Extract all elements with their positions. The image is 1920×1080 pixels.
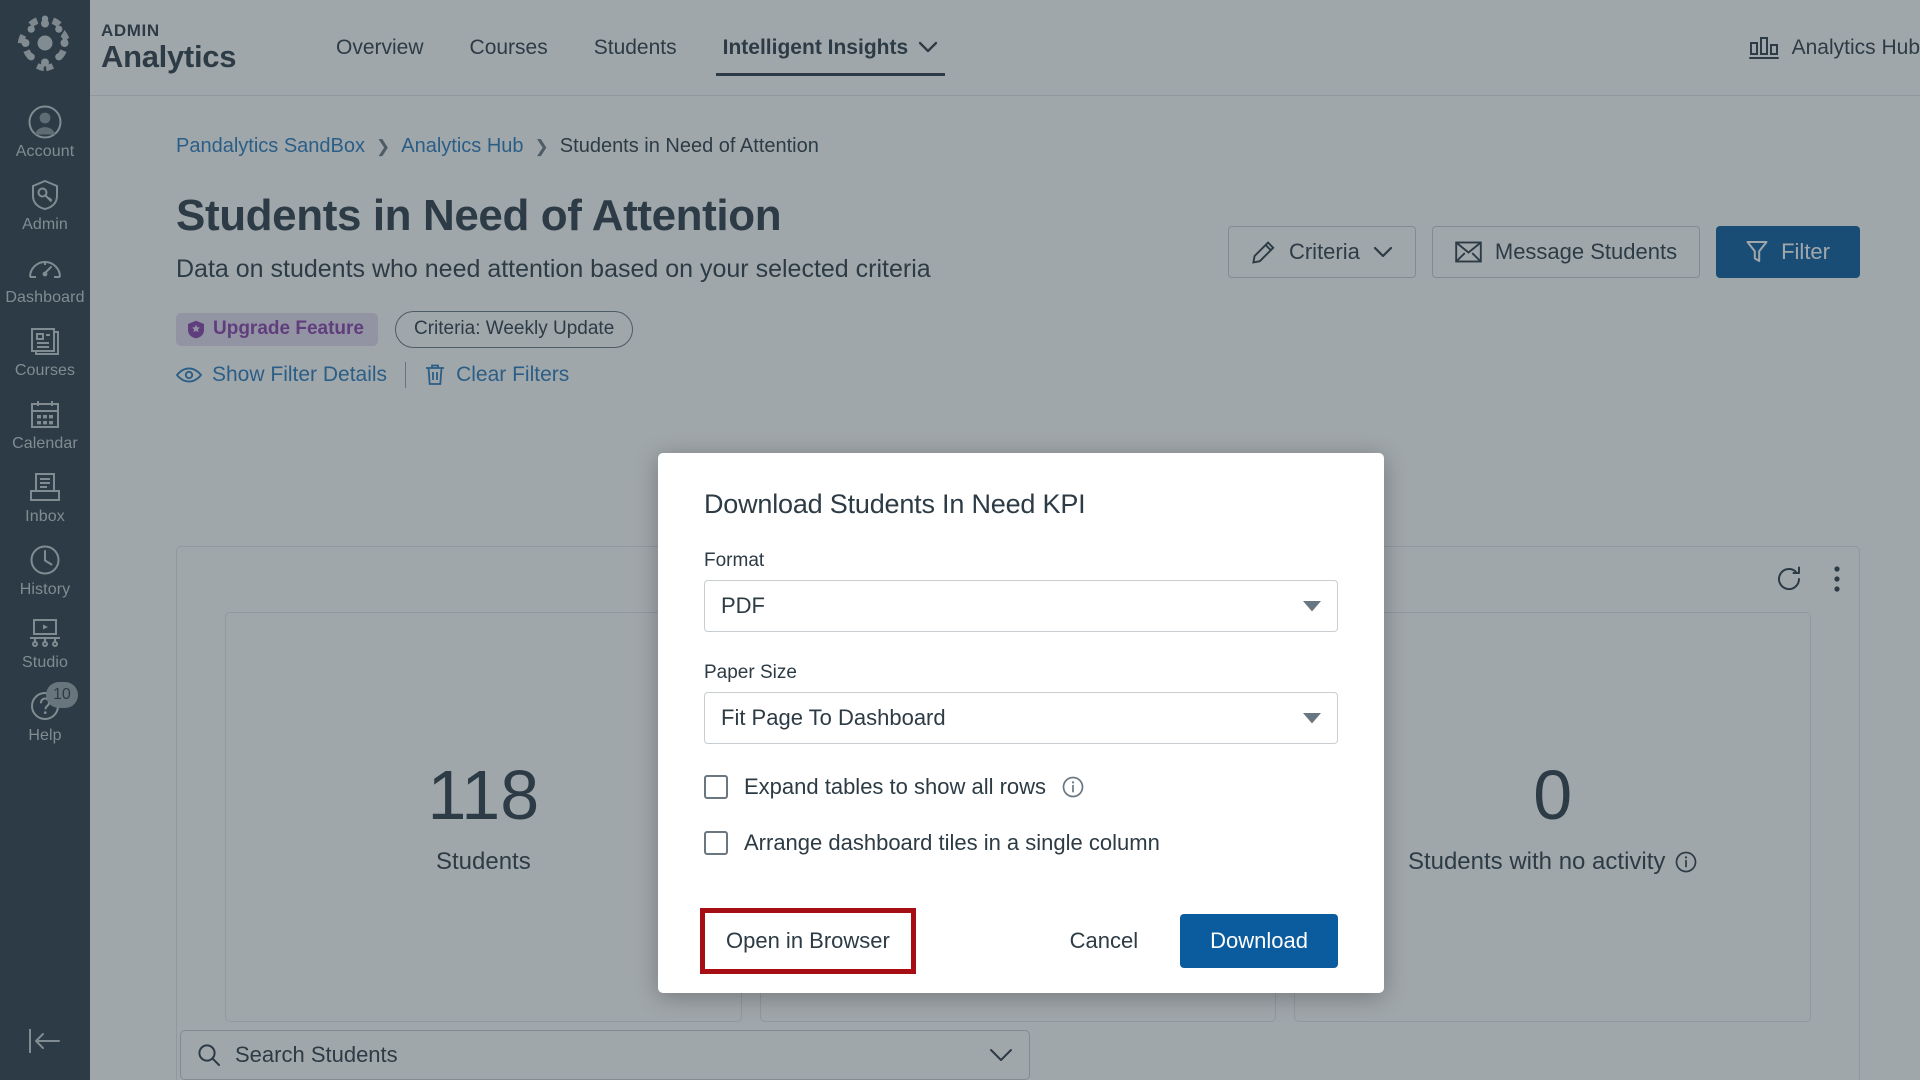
single-column-checkbox[interactable] <box>704 831 728 855</box>
download-kpi-modal: Download Students In Need KPI Format PDF… <box>658 453 1384 993</box>
expand-tables-checkbox[interactable] <box>704 775 728 799</box>
open-in-browser-button[interactable]: Open in Browser <box>708 916 908 966</box>
expand-tables-label: Expand tables to show all rows <box>744 774 1047 799</box>
caret-down-icon <box>1303 712 1321 724</box>
format-select[interactable]: PDF <box>704 580 1338 632</box>
download-button[interactable]: Download <box>1180 914 1338 968</box>
single-column-checkbox-row[interactable]: Arrange dashboard tiles in a single colu… <box>704 830 1338 856</box>
paper-size-select[interactable]: Fit Page To Dashboard <box>704 692 1338 744</box>
format-field: Format PDF <box>704 550 1338 632</box>
modal-footer: Open in Browser Cancel Download <box>658 889 1384 993</box>
caret-down-icon <box>1303 600 1321 612</box>
single-column-label: Arrange dashboard tiles in a single colu… <box>744 830 1160 855</box>
format-label: Format <box>704 550 765 571</box>
cancel-button[interactable]: Cancel <box>1052 916 1156 966</box>
modal-title: Download Students In Need KPI <box>704 489 1086 519</box>
open-in-browser-highlight: Open in Browser <box>700 908 916 974</box>
paper-size-label: Paper Size <box>704 662 797 683</box>
paper-size-field: Paper Size Fit Page To Dashboard <box>704 662 1338 744</box>
expand-tables-checkbox-row[interactable]: Expand tables to show all rows <box>704 774 1338 800</box>
info-circle-icon[interactable] <box>1062 776 1084 798</box>
paper-size-value: Fit Page To Dashboard <box>721 705 946 730</box>
format-value: PDF <box>721 593 765 618</box>
